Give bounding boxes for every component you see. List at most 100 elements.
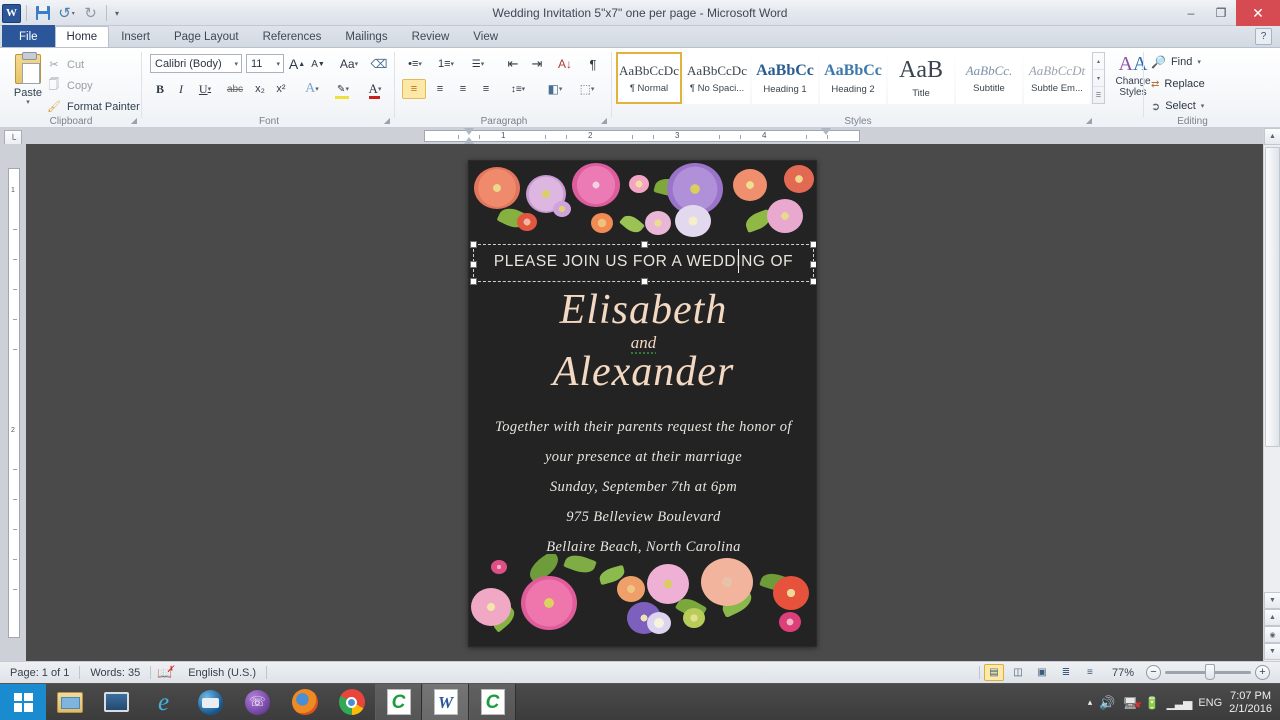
style-heading-1[interactable]: AaBbCс Heading 1	[752, 52, 818, 104]
tab-view[interactable]: View	[461, 26, 510, 47]
styles-gallery-scroll[interactable]: ▴ ▾ ☰	[1092, 52, 1105, 104]
subscript-button[interactable]: x₂	[250, 79, 270, 99]
first-line-indent-marker[interactable]	[464, 128, 474, 135]
copy-button[interactable]: 🗍 Copy	[46, 76, 93, 95]
styles-scroll-down[interactable]: ▾	[1093, 70, 1104, 87]
hanging-indent-marker[interactable]	[464, 137, 474, 144]
numbering-button[interactable]: 1≡▾	[432, 54, 460, 74]
battery-icon[interactable]: 🔋	[1145, 696, 1160, 710]
taskbar-firefox[interactable]	[281, 684, 328, 720]
zoom-slider-thumb[interactable]	[1205, 664, 1215, 680]
show-formatting-marks-button[interactable]: ¶	[582, 54, 604, 74]
zoom-level-label[interactable]: 77%	[1104, 662, 1142, 684]
show-hidden-icons-button[interactable]: ▴	[1088, 697, 1093, 708]
taskbar-internet-explorer[interactable]: e	[140, 684, 187, 720]
word-count[interactable]: Words: 35	[80, 662, 150, 684]
clear-formatting-button[interactable]: ⌫	[369, 54, 389, 74]
maximize-button[interactable]: ❐	[1206, 0, 1236, 26]
tab-page-layout[interactable]: Page Layout	[162, 26, 251, 47]
tab-mailings[interactable]: Mailings	[333, 26, 399, 47]
invitation-body[interactable]: Together with their parents request the …	[469, 419, 817, 569]
taskbar-camtasia[interactable]: C	[375, 684, 422, 720]
page-indicator[interactable]: Page: 1 of 1	[0, 662, 79, 684]
resize-handle-nw[interactable]	[470, 241, 477, 248]
sort-button[interactable]: A↓	[554, 54, 576, 74]
bullets-button[interactable]: •≡▾	[402, 54, 428, 74]
taskbar-display-settings[interactable]	[93, 684, 140, 720]
start-button[interactable]	[0, 684, 46, 720]
paste-dropdown-icon[interactable]: ▾	[26, 98, 30, 106]
view-full-screen-reading[interactable]: ◫	[1008, 664, 1028, 681]
align-right-button[interactable]: ≡	[452, 79, 474, 99]
chevron-down-icon[interactable]: ▾	[234, 60, 238, 68]
scroll-down-button[interactable]: ▼	[1264, 592, 1280, 609]
decrease-indent-button[interactable]: ⇤	[502, 54, 524, 74]
taskbar-word[interactable]: W	[422, 684, 469, 720]
previous-page-button[interactable]: ▲	[1264, 609, 1280, 626]
view-print-layout[interactable]: ▤	[984, 664, 1004, 681]
styles-more-button[interactable]: ☰	[1093, 87, 1104, 103]
help-button[interactable]: ?	[1255, 28, 1272, 45]
tab-insert[interactable]: Insert	[109, 26, 162, 47]
font-size-combobox[interactable]: 11 ▾	[246, 54, 284, 73]
vertical-ruler[interactable]: 1 2	[8, 168, 20, 638]
align-center-button[interactable]: ≡	[429, 79, 451, 99]
taskbar-viber[interactable]: ☏	[234, 684, 281, 720]
view-web-layout[interactable]: ▣	[1032, 664, 1052, 681]
zoom-in-button[interactable]: +	[1255, 665, 1270, 680]
next-page-button[interactable]: ▼	[1264, 643, 1280, 660]
change-case-button[interactable]: Aa▾	[334, 54, 364, 74]
tab-home[interactable]: Home	[55, 26, 110, 47]
horizontal-ruler[interactable]: 1 2 3 4	[424, 130, 860, 142]
find-dropdown-icon[interactable]: ▾	[1197, 58, 1201, 66]
view-draft[interactable]: ≡	[1080, 664, 1100, 681]
text-highlight-button[interactable]: ✎▾	[329, 79, 357, 99]
vertical-scrollbar[interactable]: ▲ ▼ ▲ ◉ ▼	[1263, 128, 1280, 661]
resize-handle-n[interactable]	[641, 241, 648, 248]
font-dialog-launcher[interactable]: ◢	[382, 116, 392, 126]
zoom-out-button[interactable]: −	[1146, 665, 1161, 680]
borders-button[interactable]: ⬚▾	[573, 79, 601, 99]
document-page[interactable]: PLEASE JOIN US FOR A WEDDING OF Elisabet…	[468, 160, 817, 647]
clock[interactable]: 7:07 PM 2/1/2016	[1229, 690, 1272, 716]
resize-handle-s[interactable]	[641, 278, 648, 285]
taskbar-file-explorer[interactable]	[46, 684, 93, 720]
styles-dialog-launcher[interactable]: ◢	[1084, 116, 1094, 126]
format-painter-button[interactable]: 🖌 Format Painter	[46, 97, 140, 116]
shrink-font-button[interactable]: A▼	[308, 54, 328, 74]
cut-button[interactable]: ✂ Cut	[46, 55, 84, 74]
network-icon[interactable]: 🖥✖	[1122, 696, 1137, 710]
taskbar-chrome[interactable]	[328, 684, 375, 720]
justify-button[interactable]: ≡	[475, 79, 497, 99]
style-normal[interactable]: AaBbCcDc ¶ Normal	[616, 52, 682, 104]
increase-indent-button[interactable]: ⇥	[526, 54, 548, 74]
select-dropdown-icon[interactable]: ▾	[1201, 102, 1205, 110]
font-color-button[interactable]: A▾	[361, 79, 389, 99]
paste-button[interactable]: Paste ▾	[8, 51, 48, 113]
invitation-names[interactable]: Elisabeth and Alexander	[469, 289, 817, 393]
style-title[interactable]: AaB Title	[888, 52, 954, 104]
styles-scroll-up[interactable]: ▴	[1093, 53, 1104, 70]
language-indicator-tray[interactable]: ENG	[1198, 697, 1222, 709]
language-indicator[interactable]: English (U.S.)	[178, 662, 266, 684]
scroll-thumb[interactable]	[1265, 147, 1280, 447]
style-heading-2[interactable]: AaBbCc Heading 2	[820, 52, 886, 104]
right-indent-marker[interactable]	[821, 128, 831, 135]
tab-file[interactable]: File	[2, 25, 55, 47]
proofing-status-icon[interactable]: 📖✗	[151, 662, 178, 684]
paragraph-dialog-launcher[interactable]: ◢	[599, 116, 609, 126]
close-button[interactable]: ✕	[1236, 0, 1280, 26]
resize-handle-se[interactable]	[810, 278, 817, 285]
zoom-slider[interactable]	[1165, 671, 1251, 674]
taskbar-thunderbird[interactable]	[187, 684, 234, 720]
browse-object-button[interactable]: ◉	[1264, 626, 1280, 643]
select-button[interactable]: ➲ Select ▾	[1151, 96, 1204, 116]
resize-handle-ne[interactable]	[810, 241, 817, 248]
line-spacing-button[interactable]: ↕≡▾	[503, 79, 533, 99]
align-left-button[interactable]: ≡	[402, 79, 426, 99]
minimize-button[interactable]: –	[1176, 0, 1206, 26]
multilevel-list-button[interactable]: ☰▾	[464, 54, 492, 74]
grow-font-button[interactable]: A▲	[287, 54, 307, 74]
superscript-button[interactable]: x²	[271, 79, 291, 99]
volume-icon[interactable]: 🔊	[1099, 695, 1115, 711]
